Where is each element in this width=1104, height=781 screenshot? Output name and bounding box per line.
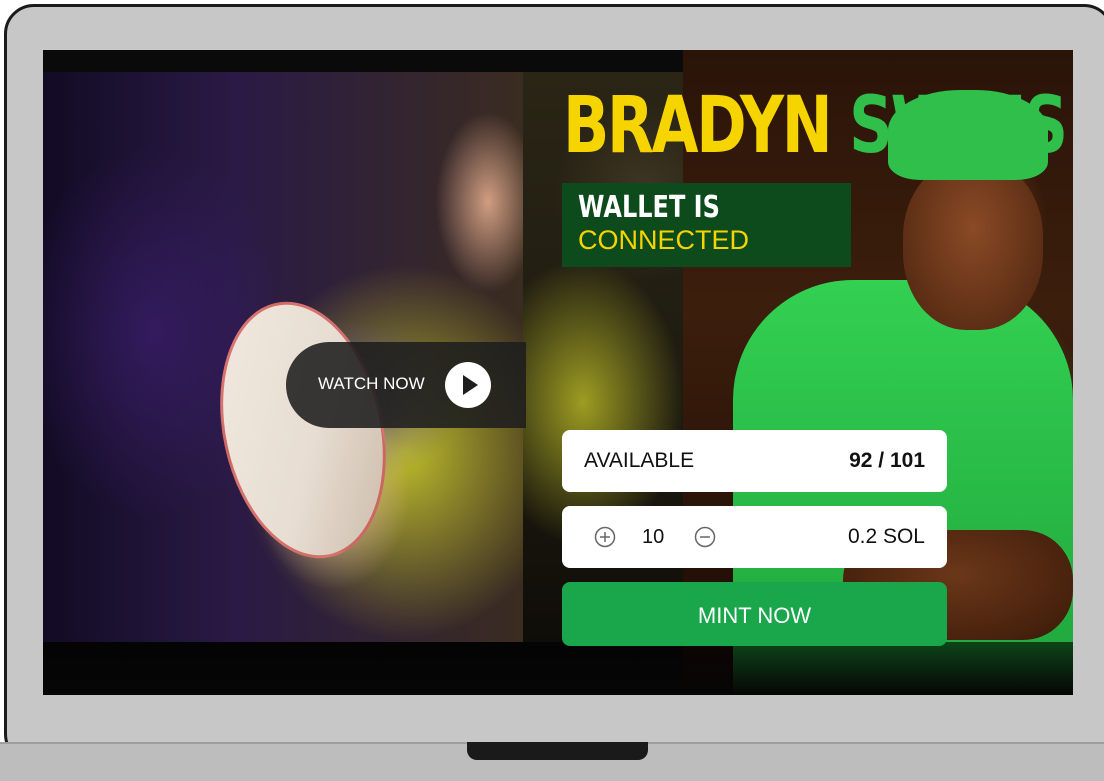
bottom-shadow <box>43 642 1073 695</box>
watch-now-label: WATCH NOW <box>318 374 425 393</box>
plus-circle-icon[interactable] <box>594 526 616 548</box>
quantity-selector-card: 10 0.2 SOL <box>562 506 947 568</box>
wallet-status-box: WALLET IS CONNECTED <box>562 183 851 267</box>
mint-now-label: MINT NOW <box>697 603 812 628</box>
wallet-status-value: CONNECTED <box>578 225 750 255</box>
watch-now-button[interactable]: WATCH NOW <box>286 342 526 428</box>
wallet-status-title: WALLET IS <box>578 190 720 225</box>
available-label: AVAILABLE <box>584 449 695 472</box>
screen: BRADYN SWINS WALLET IS CONNECTED WATCH N… <box>43 50 1073 695</box>
headline-last-name: SWINS <box>849 81 1068 171</box>
minus-circle-icon[interactable] <box>694 526 716 548</box>
headline-first-name: BRADYN <box>563 81 833 171</box>
quantity-value: 10 <box>642 526 665 548</box>
laptop-notch <box>467 742 648 760</box>
mint-now-button[interactable]: MINT NOW <box>562 582 947 646</box>
total-price: 0.2 SOL <box>847 525 925 548</box>
available-count: 92 / 101 <box>849 449 925 472</box>
player-name-headline: BRADYN SWINS <box>563 76 1068 176</box>
play-icon[interactable] <box>445 362 491 408</box>
available-supply-card: AVAILABLE 92 / 101 <box>562 430 947 492</box>
player-face <box>903 160 1043 330</box>
